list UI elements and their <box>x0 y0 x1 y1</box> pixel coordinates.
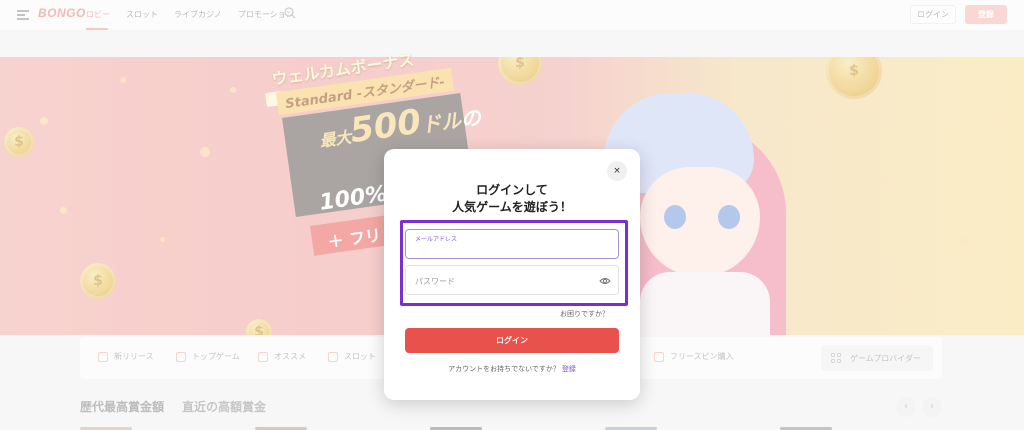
password-field[interactable] <box>405 265 619 295</box>
login-modal: × ログインして 人気ゲームを遊ぼう！ メールアドレス お困りですか？ ログイン… <box>384 149 640 400</box>
password-input[interactable] <box>415 275 595 287</box>
close-icon[interactable]: × <box>607 161 627 181</box>
forgot-password-link[interactable]: お困りですか？ <box>560 309 609 319</box>
email-label: メールアドレス <box>415 237 458 243</box>
login-submit-button[interactable]: ログイン <box>405 328 619 353</box>
signup-prompt-text: アカウントをお持ちでないですか？ <box>448 366 560 373</box>
signup-link[interactable]: 登録 <box>562 366 576 373</box>
signup-prompt: アカウントをお持ちでないですか？ 登録 <box>384 364 640 374</box>
modal-title-line-2: 人気ゲームを遊ぼう！ <box>452 200 572 214</box>
eye-icon[interactable] <box>599 276 611 286</box>
email-field[interactable]: メールアドレス <box>405 229 619 259</box>
modal-title-line-1: ログインして <box>476 183 548 197</box>
email-input[interactable] <box>415 243 595 255</box>
